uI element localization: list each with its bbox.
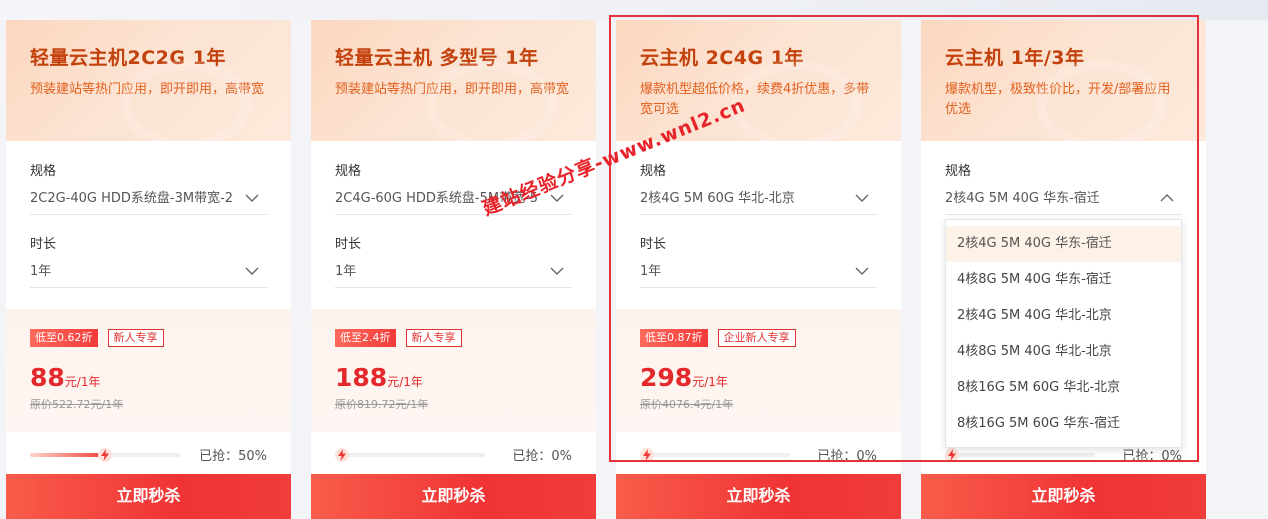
- card-title: 轻量云主机2C2G 1年: [30, 47, 226, 69]
- duration-select[interactable]: 1年: [30, 262, 267, 288]
- progress-fill: [30, 453, 105, 457]
- duration-label: 时长: [335, 237, 362, 252]
- flash-buy-button[interactable]: 立即秒杀: [616, 474, 901, 519]
- enterprise-new-user-badge: 企业新人专享: [717, 329, 796, 347]
- spec-label: 规格: [640, 164, 667, 179]
- chevron-down-icon: [855, 267, 869, 275]
- card-options: 规格 2核4G 5M 60G 华北-北京 时长 1年: [616, 141, 901, 309]
- price-section: 低至0.62折 新人专享 88元/1年 原价522.72元/1年: [6, 309, 291, 432]
- spec-label: 规格: [30, 164, 57, 179]
- price-value: 188: [335, 363, 388, 392]
- price-unit: 元/1年: [387, 375, 423, 389]
- chevron-down-icon: [245, 194, 259, 202]
- card-title: 轻量云主机 多型号 1年: [335, 47, 539, 69]
- spec-select-value: 2核4G 5M 60G 华北-北京: [640, 191, 795, 206]
- duration-select-value: 1年: [30, 264, 52, 279]
- dropdown-option[interactable]: 8核16G 5M 60G 华北-北京: [946, 370, 1181, 406]
- flash-buy-button[interactable]: 立即秒杀: [311, 474, 596, 519]
- spec-select[interactable]: 2C2G-40G HDD系统盘-3M带宽-2: [30, 189, 267, 215]
- price-unit: 元/1年: [692, 375, 728, 389]
- sold-percentage: 已抢：0%: [817, 449, 877, 464]
- dropdown-option[interactable]: 4核8G 5M 40G 华东-宿迁: [946, 262, 1181, 298]
- original-price: 原价4076.4元/1年: [640, 398, 734, 411]
- progress-row: 已抢：0%: [616, 432, 901, 474]
- card-subtitle: 预装建站等热门应用，即开即用，高带宽: [335, 82, 570, 97]
- chevron-up-icon: [1160, 194, 1174, 202]
- chevron-down-icon: [855, 194, 869, 202]
- chevron-down-icon: [550, 267, 564, 275]
- sold-percentage: 已抢：50%: [199, 449, 267, 464]
- product-card-2: 轻量云主机 多型号 1年 预装建站等热门应用，即开即用，高带宽 规格 2C4G-…: [311, 20, 596, 519]
- lightning-icon: [945, 448, 959, 462]
- spec-select-value: 2C2G-40G HDD系统盘-3M带宽-2: [30, 191, 234, 206]
- dropdown-option[interactable]: 4核8G 5M 40G 华北-北京: [946, 334, 1181, 370]
- dropdown-option[interactable]: 2核4G 5M 40G 华北-北京: [946, 298, 1181, 334]
- card-subtitle: 爆款机型，极致性价比，开发/部署应用优选: [945, 82, 1171, 117]
- card-title: 云主机 1年/3年: [945, 47, 1085, 69]
- progress-bar: [30, 448, 180, 462]
- card-title: 云主机 2C4G 1年: [640, 47, 804, 69]
- product-card-1: 轻量云主机2C2G 1年 预装建站等热门应用，即开即用，高带宽 规格 2C2G-…: [6, 20, 291, 519]
- spec-select[interactable]: 2核4G 5M 60G 华北-北京: [640, 189, 877, 215]
- lightning-icon: [335, 448, 349, 462]
- progress-row: 已抢：50%: [6, 432, 291, 474]
- price-value: 88: [30, 363, 65, 392]
- progress-row: 已抢：0%: [311, 432, 596, 474]
- card-header: 轻量云主机2C2G 1年 预装建站等热门应用，即开即用，高带宽: [6, 20, 291, 150]
- discount-badge: 低至0.62折: [30, 329, 98, 347]
- spec-dropdown-menu: 2核4G 5M 40G 华东-宿迁 4核8G 5M 40G 华东-宿迁 2核4G…: [945, 219, 1182, 448]
- duration-select-value: 1年: [640, 264, 662, 279]
- duration-select[interactable]: 1年: [335, 262, 572, 288]
- lightning-icon: [640, 448, 654, 462]
- price-value: 298: [640, 363, 693, 392]
- sold-percentage: 已抢：0%: [512, 449, 572, 464]
- original-price: 原价522.72元/1年: [30, 398, 124, 411]
- discount-badge: 低至2.4折: [335, 329, 396, 347]
- card-options: 规格 2C2G-40G HDD系统盘-3M带宽-2 时长 1年: [6, 141, 291, 309]
- card-header: 云主机 1年/3年 爆款机型，极致性价比，开发/部署应用优选: [921, 20, 1206, 150]
- product-card-3: 云主机 2C4G 1年 爆款机型超低价格，续费4折优惠，多带宽可选 规格 2核4…: [616, 20, 901, 519]
- spec-select-value: 2核4G 5M 40G 华东-宿迁: [945, 191, 1100, 206]
- spec-label: 规格: [945, 164, 972, 179]
- duration-label: 时长: [640, 237, 667, 252]
- progress-bar: [945, 448, 1095, 462]
- top-banner-strip: [0, 0, 1268, 20]
- price-unit: 元/1年: [64, 375, 101, 389]
- original-price: 原价819.72元/1年: [335, 398, 429, 411]
- new-user-badge: 新人专享: [405, 329, 462, 347]
- price-section: 低至0.87折 企业新人专享 298元/1年 原价4076.4元/1年: [616, 309, 901, 432]
- discount-badge: 低至0.87折: [640, 329, 708, 347]
- card-subtitle: 预装建站等热门应用，即开即用，高带宽: [30, 82, 265, 97]
- progress-bar: [640, 448, 790, 462]
- card-subtitle: 爆款机型超低价格，续费4折优惠，多带宽可选: [640, 82, 870, 117]
- price-section: 低至2.4折 新人专享 188元/1年 原价819.72元/1年: [311, 309, 596, 432]
- flash-buy-button[interactable]: 立即秒杀: [921, 474, 1206, 519]
- chevron-down-icon: [245, 267, 259, 275]
- dropdown-option[interactable]: 8核16G 5M 60G 华东-宿迁: [946, 406, 1181, 442]
- duration-select[interactable]: 1年: [640, 262, 877, 288]
- duration-select-value: 1年: [335, 264, 357, 279]
- lightning-icon: [98, 448, 112, 462]
- progress-bar: [335, 448, 485, 462]
- dropdown-option[interactable]: 2核4G 5M 40G 华东-宿迁: [946, 226, 1181, 262]
- new-user-badge: 新人专享: [107, 329, 164, 347]
- spec-select[interactable]: 2核4G 5M 40G 华东-宿迁: [945, 189, 1182, 215]
- card-header: 轻量云主机 多型号 1年 预装建站等热门应用，即开即用，高带宽: [311, 20, 596, 150]
- flash-buy-button[interactable]: 立即秒杀: [6, 474, 291, 519]
- duration-label: 时长: [30, 237, 57, 252]
